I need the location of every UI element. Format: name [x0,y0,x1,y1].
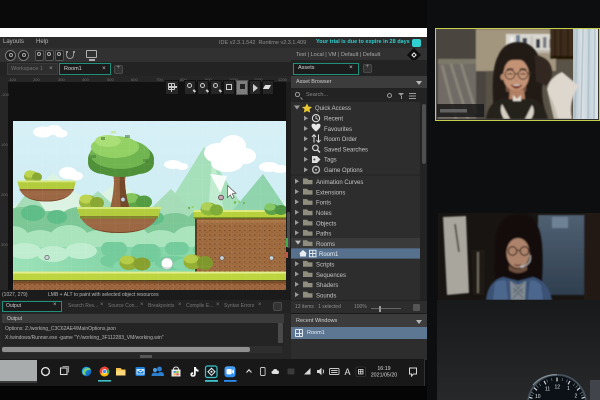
svg-text:Room1: Room1 [319,252,339,258]
svg-text:Fonts: Fonts [316,201,331,207]
svg-text:1: 1 [567,386,570,392]
svg-text:Saved Searches: Saved Searches [324,147,368,153]
svg-text:Notes: Notes [316,211,332,217]
svg-text:A: A [345,367,351,377]
svg-text:Tags: Tags [324,158,337,164]
svg-text:Animation Curves: Animation Curves [316,180,363,186]
svg-text:Sounds: Sounds [316,293,336,299]
svg-text:Sequences: Sequences [316,273,346,279]
svg-text:Scripts: Scripts [316,263,334,269]
svg-text:Quick Access: Quick Access [315,106,351,112]
svg-text:Objects: Objects [316,221,336,227]
svg-text:Recent: Recent [324,117,343,123]
svg-text:Shaders: Shaders [316,283,338,289]
svg-text:Extensions: Extensions [316,190,345,196]
svg-text:Rooms: Rooms [316,242,335,248]
svg-text:2021/05/20: 2021/05/20 [371,373,398,379]
svg-text:Game Options: Game Options [324,168,363,174]
svg-text:10: 10 [535,394,541,400]
svg-text:11: 11 [545,387,550,393]
svg-text:12: 12 [555,385,561,391]
svg-text:Favourites: Favourites [324,127,352,133]
svg-text:2: 2 [575,394,578,400]
svg-text:Room Order: Room Order [324,137,357,143]
svg-text:Paths: Paths [316,232,331,238]
svg-text:16:19: 16:19 [377,366,390,372]
